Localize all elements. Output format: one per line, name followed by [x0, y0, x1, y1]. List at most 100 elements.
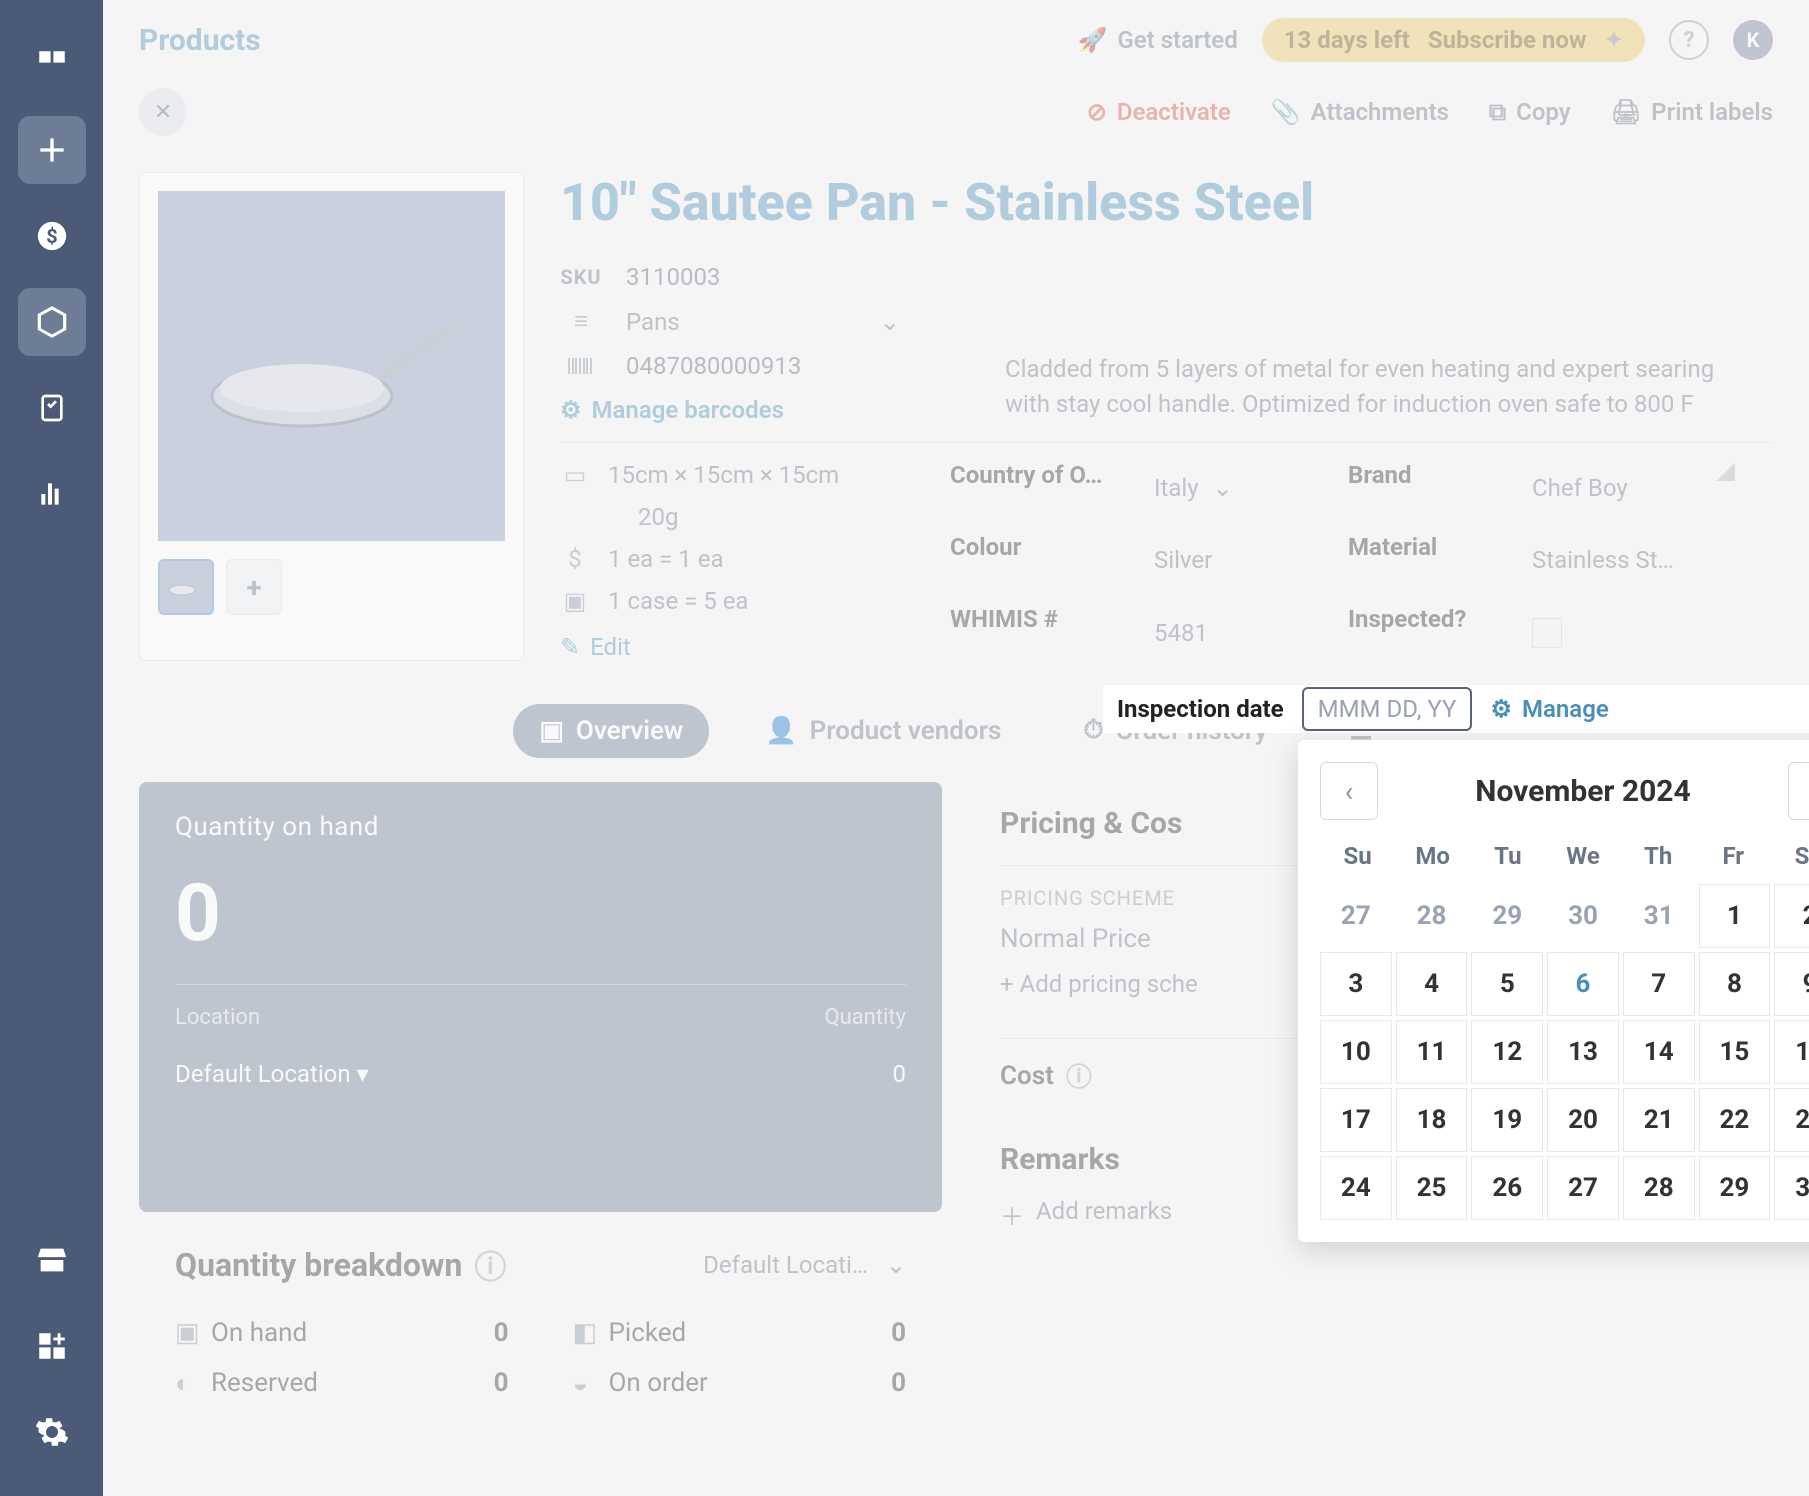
copy-button[interactable]: ⧉ Copy	[1489, 98, 1571, 126]
datepicker-day[interactable]: 23	[1774, 1088, 1809, 1152]
image-card: +	[139, 172, 524, 661]
datepicker-day-outside[interactable]: 31	[1623, 884, 1695, 948]
country-value: Italy	[1154, 474, 1199, 502]
datepicker-day[interactable]: 20	[1547, 1088, 1619, 1152]
datepicker-day[interactable]: 16	[1774, 1020, 1809, 1084]
tab-overview-label: Overview	[576, 716, 683, 746]
sidebar-settings-icon[interactable]	[18, 1398, 86, 1466]
print-button[interactable]: 🖨 Print labels	[1611, 98, 1773, 126]
onorder-value: 0	[836, 1368, 906, 1399]
datepicker-day-outside[interactable]: 27	[1320, 884, 1392, 948]
datepicker-day[interactable]: 11	[1396, 1020, 1468, 1084]
chevron-down-icon: ⌄	[1213, 474, 1233, 502]
sidebar-cash-icon[interactable]: $	[18, 202, 86, 270]
next-month-button[interactable]: ›	[1788, 762, 1809, 820]
tab-overview[interactable]: ▣ Overview	[513, 704, 709, 758]
datepicker-day[interactable]: 5	[1471, 952, 1543, 1016]
sparkle-icon: ✦	[1605, 28, 1623, 53]
resize-handle-icon[interactable]: ◢	[1717, 453, 1735, 488]
manage-attributes-link[interactable]: ⚙ Manage	[1490, 695, 1608, 723]
product-image[interactable]	[158, 191, 505, 541]
breadcrumb[interactable]: Products	[139, 23, 261, 58]
attachments-button[interactable]: 📎 Attachments	[1271, 98, 1449, 126]
datepicker-day[interactable]: 18	[1396, 1088, 1468, 1152]
datepicker-day-outside[interactable]: 29	[1471, 884, 1543, 948]
inspection-date-input[interactable]: MMM DD, YY	[1302, 687, 1473, 731]
datepicker-day-outside[interactable]: 28	[1396, 884, 1468, 948]
edit-link[interactable]: ✎ Edit	[560, 633, 900, 661]
datepicker-day[interactable]: 7	[1623, 952, 1695, 1016]
onorder-label: On order	[609, 1368, 825, 1399]
ban-icon: ⊘	[1087, 98, 1107, 126]
datepicker-day[interactable]: 19	[1471, 1088, 1543, 1152]
datepicker-day[interactable]: 17	[1320, 1088, 1392, 1152]
deactivate-button[interactable]: ⊘ Deactivate	[1087, 98, 1231, 126]
datepicker-day[interactable]: 12	[1471, 1020, 1543, 1084]
colour-value: Silver	[1154, 533, 1334, 587]
prev-month-button[interactable]: ‹	[1320, 762, 1378, 820]
sidebar-logo-icon[interactable]	[18, 30, 86, 98]
deactivate-label: Deactivate	[1117, 98, 1231, 126]
add-remarks-label: Add remarks	[1036, 1197, 1172, 1232]
box-icon: ▣	[539, 716, 564, 746]
edit-label: Edit	[590, 633, 631, 661]
datepicker-day[interactable]: 14	[1623, 1020, 1695, 1084]
sidebar-store-icon[interactable]	[18, 1226, 86, 1294]
get-started-link[interactable]: 🚀 Get started	[1078, 26, 1238, 54]
datepicker-day[interactable]: 4	[1396, 952, 1468, 1016]
inspected-checkbox[interactable]	[1532, 618, 1562, 648]
category-select[interactable]: Pans ⌄	[626, 308, 900, 336]
location-select[interactable]: Default Location ▾	[175, 1060, 893, 1088]
manage-barcodes-link[interactable]: ⚙ Manage barcodes	[560, 396, 784, 424]
add-image-button[interactable]: +	[226, 559, 282, 615]
colour-label: Colour	[950, 533, 1140, 587]
datepicker-day[interactable]: 24	[1320, 1156, 1392, 1220]
help-icon[interactable]: ?	[1669, 20, 1709, 60]
category-value: Pans	[626, 308, 680, 336]
material-value: Stainless St…	[1532, 533, 1732, 587]
datepicker-day[interactable]: 1	[1699, 884, 1771, 948]
country-select[interactable]: Italy ⌄	[1154, 461, 1334, 515]
trial-pill[interactable]: 13 days left Subscribe now ✦	[1262, 18, 1645, 62]
avatar[interactable]: K	[1733, 20, 1773, 60]
sidebar-add-icon[interactable]	[18, 116, 86, 184]
datepicker-day-outside[interactable]: 30	[1547, 884, 1619, 948]
datepicker-day[interactable]: 21	[1623, 1088, 1695, 1152]
datepicker-day[interactable]: 27	[1547, 1156, 1619, 1220]
datepicker-day[interactable]: 8	[1699, 952, 1771, 1016]
datepicker-day[interactable]: 13	[1547, 1020, 1619, 1084]
datepicker-day[interactable]: 15	[1699, 1020, 1771, 1084]
datepicker-day[interactable]: 22	[1699, 1088, 1771, 1152]
datepicker-day[interactable]: 6	[1547, 952, 1619, 1016]
datepicker-day[interactable]: 10	[1320, 1020, 1392, 1084]
sidebar-products-icon[interactable]	[18, 288, 86, 356]
datepicker-day[interactable]: 3	[1320, 952, 1392, 1016]
thumbnail[interactable]	[158, 559, 214, 615]
sidebar-apps-icon[interactable]	[18, 1312, 86, 1380]
copy-icon: ⧉	[1489, 98, 1506, 126]
datepicker-day[interactable]: 9	[1774, 952, 1809, 1016]
help-icon[interactable]: ⓘ	[1066, 1057, 1092, 1094]
datepicker-day[interactable]: 25	[1396, 1156, 1468, 1220]
close-button[interactable]: ✕	[139, 88, 187, 136]
onhand-label: On hand	[211, 1318, 427, 1348]
tab-vendors[interactable]: 👤 Product vendors	[739, 704, 1027, 758]
chevron-down-icon: ⌄	[886, 1251, 906, 1279]
datepicker-day[interactable]: 28	[1623, 1156, 1695, 1220]
datepicker-day[interactable]: 2	[1774, 884, 1809, 948]
datepicker-day[interactable]: 26	[1471, 1156, 1543, 1220]
product-description[interactable]: Cladded from 5 layers of metal for even …	[1005, 352, 1735, 422]
sidebar-clipboard-icon[interactable]	[18, 374, 86, 442]
help-icon[interactable]: ⓘ	[474, 1242, 506, 1288]
datepicker-day[interactable]: 30	[1774, 1156, 1809, 1220]
sidebar: $	[0, 0, 103, 1496]
pencil-icon: ✎	[560, 633, 580, 661]
qoh-value: 0	[175, 866, 906, 960]
sidebar-reports-icon[interactable]	[18, 460, 86, 528]
manage-label: Manage	[1522, 695, 1609, 723]
reserved-value: 0	[439, 1368, 509, 1399]
datepicker-weekday: Mo	[1395, 842, 1470, 870]
datepicker-day[interactable]: 29	[1699, 1156, 1771, 1220]
breakdown-location-select[interactable]: Default Locati… ⌄	[703, 1251, 906, 1279]
box-icon: ▣	[175, 1318, 199, 1348]
